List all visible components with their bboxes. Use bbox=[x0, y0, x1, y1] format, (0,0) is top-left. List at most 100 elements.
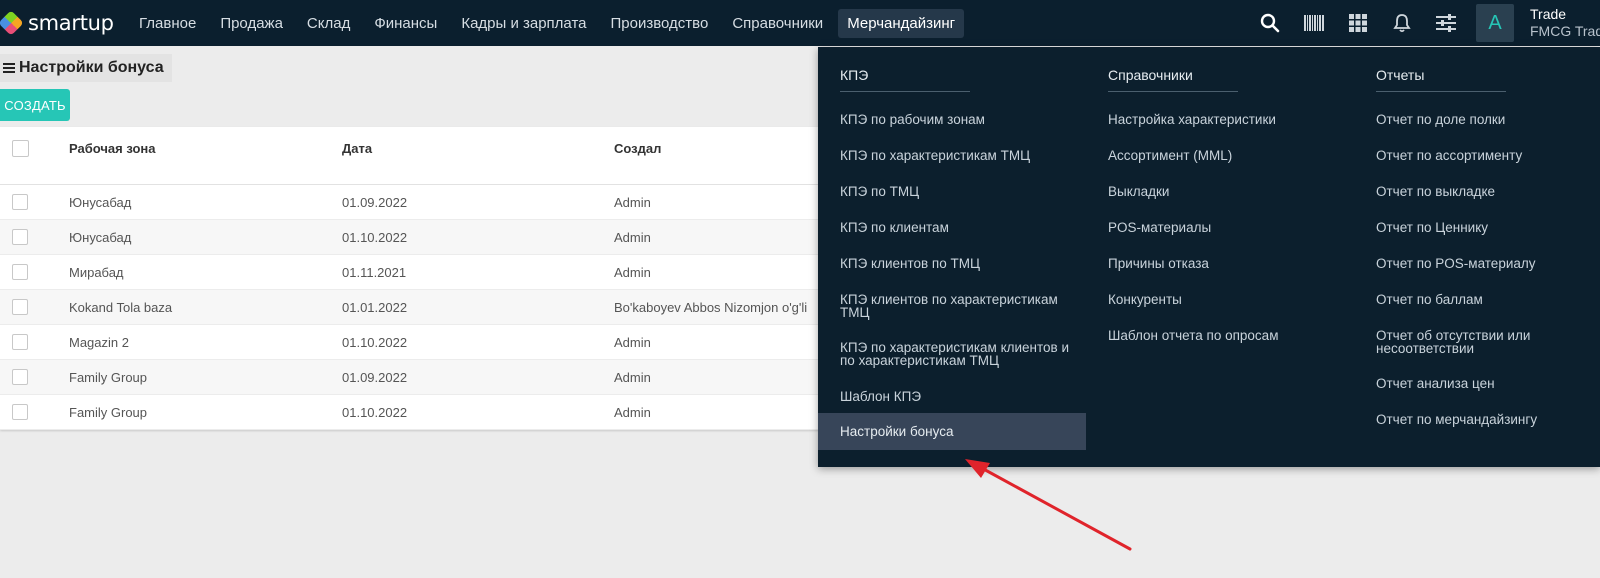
menu-item-kpi-template[interactable]: Шаблон КПЭ bbox=[840, 390, 921, 404]
cell-work-zone: Magazin 2 bbox=[69, 335, 129, 350]
menu-item-kpi-client-and-item-characteristics[interactable]: КПЭ по характеристикам клиентов и по хар… bbox=[840, 341, 1080, 368]
merchandising-dropdown: КПЭ КПЭ по рабочим зонам КПЭ по характер… bbox=[818, 47, 1600, 467]
table-row[interactable]: Magazin 2 01.10.2022 Admin bbox=[0, 325, 820, 360]
nav-item-merchandising[interactable]: Мерчандайзинг bbox=[838, 8, 965, 38]
cell-date: 01.01.2022 bbox=[342, 300, 408, 315]
menu-item-absence-report[interactable]: Отчет об отсутствии или несоответствии bbox=[1376, 329, 1576, 356]
menu-item-price-analysis-report[interactable]: Отчет анализа цен bbox=[1376, 377, 1495, 391]
menu-item-displays[interactable]: Выкладки bbox=[1108, 185, 1169, 199]
menu-item-kpi-clients[interactable]: КПЭ по клиентам bbox=[840, 221, 949, 235]
menu-column-title: Отчеты bbox=[1376, 67, 1425, 83]
logo-text: smartup bbox=[28, 11, 114, 35]
table-row[interactable]: Kokand Tola baza 01.01.2022 Bo'kaboyev A… bbox=[0, 290, 820, 325]
cell-created-by: Admin bbox=[614, 405, 651, 420]
nav-item-main[interactable]: Главное bbox=[130, 9, 205, 38]
menu-item-shelf-share-report[interactable]: Отчет по доле полки bbox=[1376, 113, 1505, 127]
cell-work-zone: Kokand Tola baza bbox=[69, 300, 173, 315]
nav-item-references[interactable]: Справочники bbox=[723, 9, 832, 38]
column-header-created-by[interactable]: Создал bbox=[614, 141, 661, 156]
row-checkbox[interactable] bbox=[12, 299, 28, 315]
bell-icon[interactable] bbox=[1386, 7, 1418, 39]
table-row[interactable]: Юнусабад 01.10.2022 Admin bbox=[0, 220, 820, 255]
avatar[interactable]: A bbox=[1476, 4, 1514, 42]
menu-item-assortment-report[interactable]: Отчет по ассортименту bbox=[1376, 149, 1522, 163]
cell-work-zone: Юнусабад bbox=[69, 230, 132, 245]
sliders-icon[interactable] bbox=[1430, 7, 1462, 39]
cell-work-zone: Family Group bbox=[69, 405, 148, 420]
top-navbar: smartup Главное Продажа Склад Финансы Ка… bbox=[0, 0, 1600, 46]
menu-item-assortment-mml[interactable]: Ассортимент (MML) bbox=[1108, 149, 1232, 163]
cell-work-zone: Family Group bbox=[69, 370, 148, 385]
logo-mark-icon bbox=[0, 10, 24, 36]
menu-item-kpi-item-characteristics[interactable]: КПЭ по характеристикам ТМЦ bbox=[840, 149, 1030, 163]
menu-column-divider bbox=[840, 91, 970, 92]
select-all-checkbox[interactable] bbox=[12, 140, 29, 157]
cell-created-by: Admin bbox=[614, 195, 651, 210]
table-row[interactable]: Мирабад 01.11.2021 Admin bbox=[0, 255, 820, 290]
row-checkbox[interactable] bbox=[12, 369, 28, 385]
cell-created-by: Admin bbox=[614, 370, 651, 385]
menu-item-display-report[interactable]: Отчет по выкладке bbox=[1376, 185, 1495, 199]
nav-item-sales[interactable]: Продажа bbox=[211, 9, 292, 38]
menu-icon[interactable] bbox=[3, 63, 15, 73]
menu-item-points-report[interactable]: Отчет по баллам bbox=[1376, 293, 1483, 307]
menu-item-characteristic-settings[interactable]: Настройка характеристики bbox=[1108, 113, 1276, 127]
cell-date: 01.10.2022 bbox=[342, 335, 408, 350]
main-nav: Главное Продажа Склад Финансы Кадры и за… bbox=[130, 0, 970, 46]
toolbar-icons bbox=[1254, 0, 1474, 46]
user-company: FMCG Trade bbox=[1530, 23, 1600, 39]
logo[interactable]: smartup bbox=[0, 0, 120, 46]
menu-item-kpi-items[interactable]: КПЭ по ТМЦ bbox=[840, 185, 919, 199]
menu-item-kpi-clients-items[interactable]: КПЭ клиентов по ТМЦ bbox=[840, 257, 980, 271]
menu-column-title: КПЭ bbox=[840, 67, 869, 83]
create-button[interactable]: СОЗДАТЬ bbox=[0, 89, 70, 121]
cell-created-by: Bo'kaboyev Abbos Nizomjon o'g'li bbox=[614, 300, 808, 315]
row-checkbox[interactable] bbox=[12, 404, 28, 420]
cell-work-zone: Юнусабад bbox=[69, 195, 132, 210]
cell-date: 01.09.2022 bbox=[342, 370, 408, 385]
menu-item-kpi-clients-item-characteristics[interactable]: КПЭ клиентов по характеристикам ТМЦ bbox=[840, 293, 1080, 320]
row-checkbox[interactable] bbox=[12, 334, 28, 350]
page-header: Настройки бонуса bbox=[0, 54, 172, 82]
cell-date: 01.10.2022 bbox=[342, 230, 408, 245]
menu-column-title: Справочники bbox=[1108, 67, 1193, 83]
column-header-work-zone[interactable]: Рабочая зона bbox=[69, 141, 156, 156]
nav-item-warehouse[interactable]: Склад bbox=[298, 9, 359, 38]
table-row[interactable]: Family Group 01.09.2022 Admin bbox=[0, 360, 820, 395]
nav-item-production[interactable]: Производство bbox=[602, 9, 718, 38]
menu-column-divider bbox=[1108, 91, 1238, 92]
table-row[interactable]: Юнусабад 01.09.2022 Admin bbox=[0, 185, 820, 220]
menu-column-divider bbox=[1376, 91, 1506, 92]
search-icon[interactable] bbox=[1254, 7, 1286, 39]
menu-item-competitors[interactable]: Конкуренты bbox=[1108, 293, 1182, 307]
column-header-date[interactable]: Дата bbox=[342, 141, 372, 156]
menu-item-refusal-reasons[interactable]: Причины отказа bbox=[1108, 257, 1209, 271]
nav-item-finance[interactable]: Финансы bbox=[365, 9, 446, 38]
grid-icon[interactable] bbox=[1342, 7, 1374, 39]
user-info[interactable]: Trade FMCG Trade bbox=[1530, 6, 1600, 40]
cell-created-by: Admin bbox=[614, 230, 651, 245]
menu-item-merchandising-report[interactable]: Отчет по мерчандайзингу bbox=[1376, 413, 1537, 427]
nav-item-hr-payroll[interactable]: Кадры и зарплата bbox=[452, 9, 595, 38]
menu-item-bonus-settings[interactable]: Настройки бонуса bbox=[818, 413, 1086, 450]
barcode-icon[interactable] bbox=[1298, 7, 1330, 39]
row-checkbox[interactable] bbox=[12, 229, 28, 245]
cell-date: 01.11.2021 bbox=[342, 265, 407, 280]
user-name: Trade bbox=[1530, 6, 1567, 22]
table-row[interactable]: Family Group 01.10.2022 Admin bbox=[0, 395, 820, 430]
menu-item-kpi-work-zones[interactable]: КПЭ по рабочим зонам bbox=[840, 113, 985, 127]
cell-created-by: Admin bbox=[614, 335, 651, 350]
menu-item-pos-material-report[interactable]: Отчет по POS-материалу bbox=[1376, 257, 1536, 271]
cell-work-zone: Мирабад bbox=[69, 265, 124, 280]
cell-date: 01.09.2022 bbox=[342, 195, 408, 210]
menu-item-price-tag-report[interactable]: Отчет по Ценнику bbox=[1376, 221, 1488, 235]
cell-created-by: Admin bbox=[614, 265, 651, 280]
menu-item-pos-materials[interactable]: POS-материалы bbox=[1108, 221, 1211, 235]
row-checkbox[interactable] bbox=[12, 264, 28, 280]
menu-item-survey-report-template[interactable]: Шаблон отчета по опросам bbox=[1108, 329, 1278, 343]
row-checkbox[interactable] bbox=[12, 194, 28, 210]
data-table: Рабочая зона Дата Создал Юнусабад 01.09.… bbox=[0, 127, 820, 430]
table-body: Юнусабад 01.09.2022 Admin Юнусабад 01.10… bbox=[0, 185, 820, 430]
page-title: Настройки бонуса bbox=[19, 59, 164, 76]
cell-date: 01.10.2022 bbox=[342, 405, 408, 420]
